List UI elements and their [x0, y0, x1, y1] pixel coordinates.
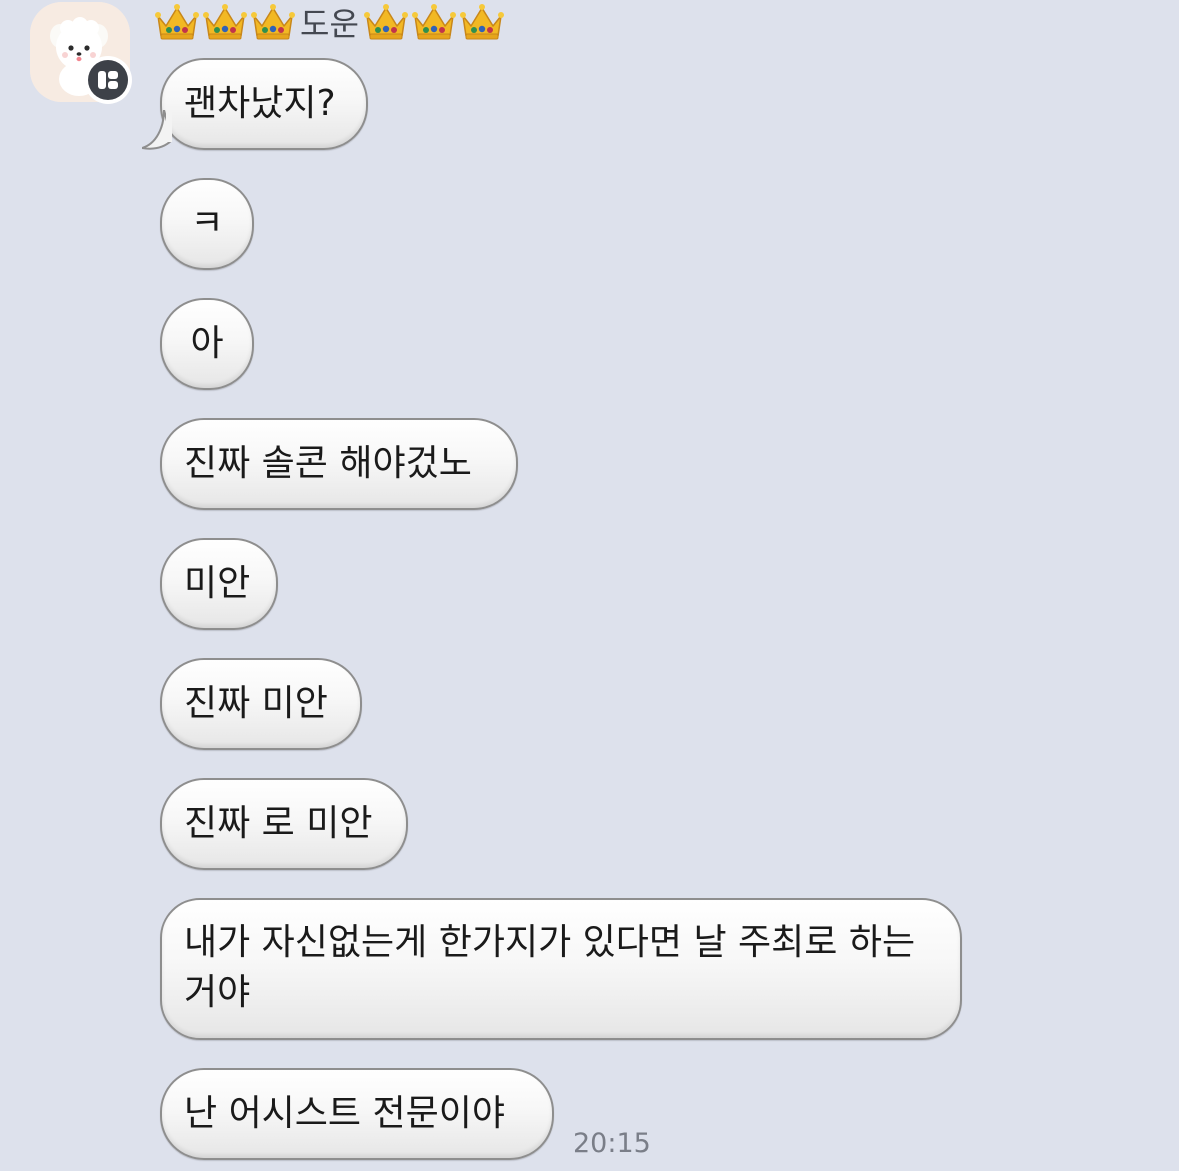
- message-text: 난 어시스트 전문이야: [184, 1093, 505, 1134]
- sender-name[interactable]: 도운: [154, 0, 505, 44]
- message-bubble[interactable]: 진짜 로 미안: [160, 778, 408, 870]
- message-text: 미안: [184, 563, 251, 604]
- message-text: ㅋ: [190, 203, 224, 244]
- message-text: 진짜 미안: [184, 683, 328, 724]
- message-bubble[interactable]: 내가 자신없는게 한가지가 있다면 날 주최로 하는거야: [160, 898, 962, 1040]
- message-bubble[interactable]: 미안: [160, 538, 278, 630]
- crown-icon: [411, 3, 457, 40]
- bubble-tail-icon: [142, 110, 172, 150]
- crowns-before: [154, 2, 296, 42]
- message-bubble[interactable]: 진짜 미안: [160, 658, 362, 750]
- crown-icon: [250, 3, 296, 40]
- chat-view: 도운 괜차났지? ㅋ 아 진짜 솔콘 해야겄노 미안 진짜 미안 진짜 로 미안…: [0, 0, 1179, 1171]
- message-bubble[interactable]: 난 어시스트 전문이야: [160, 1068, 554, 1160]
- sender-avatar[interactable]: [30, 2, 132, 104]
- app-badge-icon: [98, 71, 118, 89]
- message-timestamp: 20:15: [573, 1128, 651, 1159]
- message-text: 괜차났지?: [184, 83, 336, 124]
- message-bubble[interactable]: ㅋ: [160, 178, 254, 270]
- crown-icon: [459, 3, 505, 40]
- message-text: 내가 자신없는게 한가지가 있다면 날 주최로 하는거야: [184, 922, 916, 1013]
- crowns-after: [363, 2, 505, 42]
- message-text: 아: [190, 323, 224, 364]
- crown-icon: [154, 3, 200, 40]
- message-bubble[interactable]: 아: [160, 298, 254, 390]
- message-bubble[interactable]: 진짜 솔콘 해야겄노: [160, 418, 518, 510]
- message-bubble[interactable]: 괜차났지?: [142, 58, 368, 150]
- crown-icon: [363, 3, 409, 40]
- app-badge: [84, 56, 132, 104]
- message-text: 진짜 솔콘 해야겄노: [184, 443, 472, 484]
- sender-name-text: 도운: [300, 5, 359, 43]
- crown-icon: [202, 3, 248, 40]
- message-text: 진짜 로 미안: [184, 803, 373, 844]
